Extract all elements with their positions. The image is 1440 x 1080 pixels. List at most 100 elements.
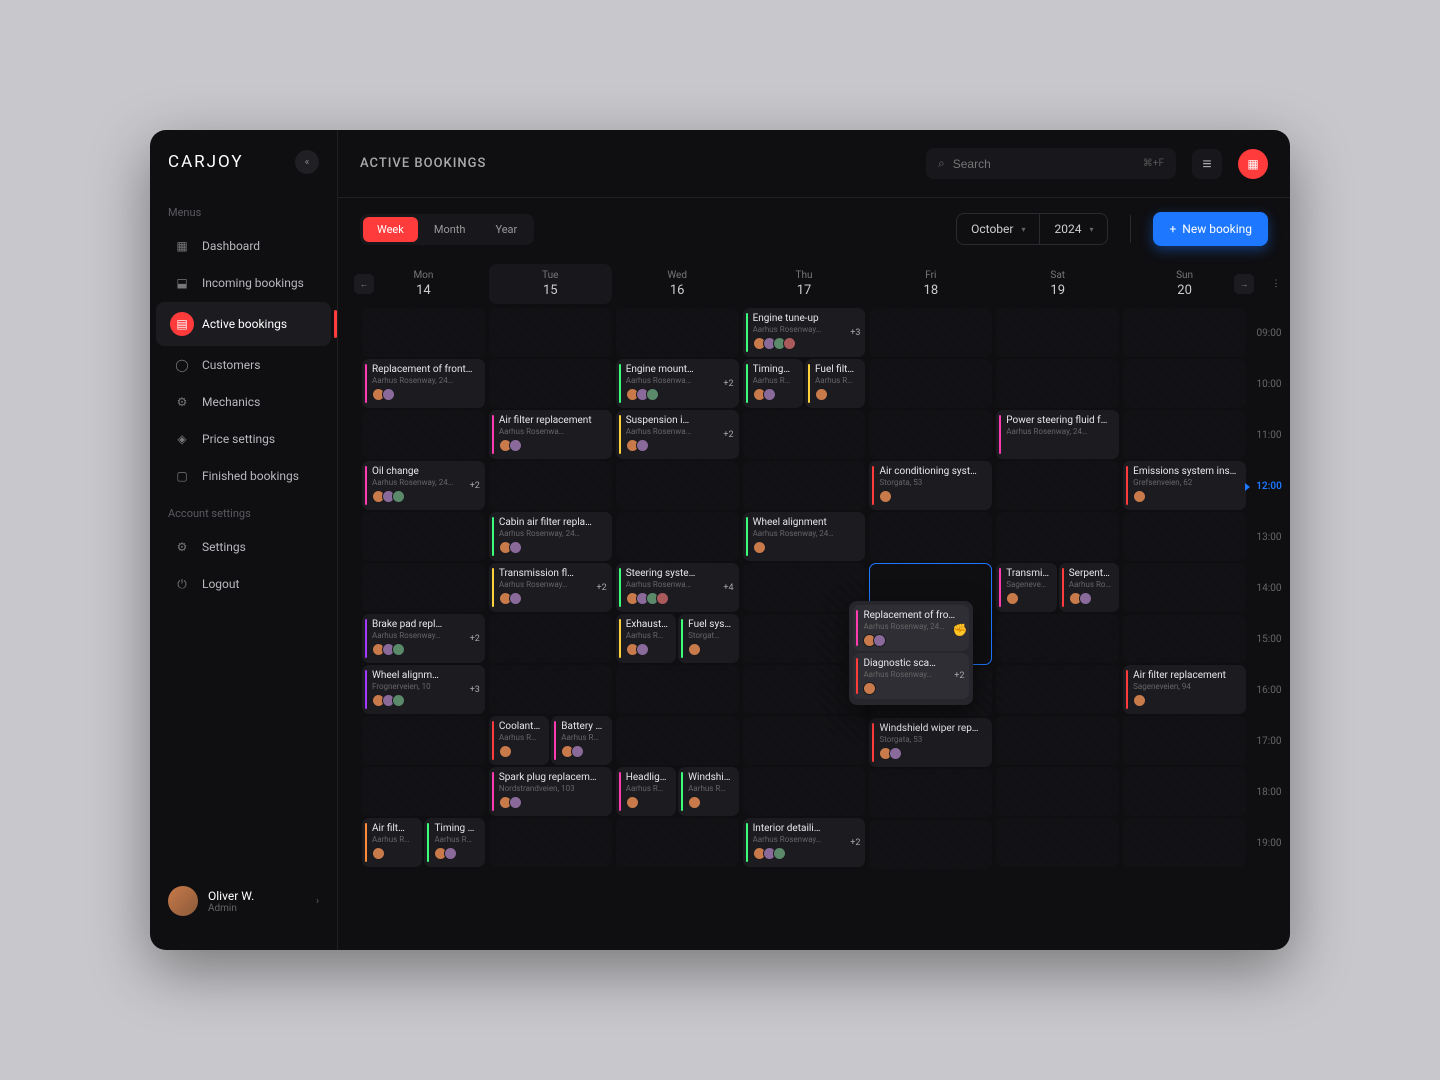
time-slot[interactable]: Timing… Aarhus R… Fuel filt… Aarhus R… [743,359,866,408]
time-slot[interactable] [1123,308,1246,357]
time-slot[interactable] [362,716,485,765]
month-select[interactable]: October ▾ [957,214,1039,244]
time-slot[interactable] [743,767,866,816]
time-slot[interactable]: Cabin air filter repla… Aarhus Rosenway,… [489,512,612,561]
view-tab-year[interactable]: Year [481,217,531,242]
booking-event[interactable]: Replacement of front… Aarhus Rosenway, 2… [362,359,485,408]
time-slot[interactable]: Replacement of front… Aarhus Rosenway, 2… [362,359,485,408]
user-profile-row[interactable]: Oliver W. Admin › [150,872,337,930]
collapse-sidebar-button[interactable]: « [295,150,319,174]
booking-event[interactable]: Power steering fluid f… Aarhus Rosenway,… [996,410,1119,459]
booking-event[interactable]: Air filt… Aarhus R… [362,818,422,867]
time-slot[interactable]: Engine mount… Aarhus Rosenwa… +2 [616,359,739,408]
booking-event[interactable]: Spark plug replacem… Nordstrandveien, 10… [489,767,612,816]
time-slot[interactable]: Oil change Aarhus Rosenway, 24… +2 [362,461,485,510]
time-slot[interactable] [489,461,612,510]
booking-event[interactable]: Timing… Aarhus R… [743,359,803,408]
sidebar-item-customers[interactable]: ◯Customers [156,347,331,383]
time-slot[interactable]: Brake pad repl… Aarhus Rosenway… +2 [362,614,485,663]
time-slot[interactable]: Air filter replacement Aarhus Rosenwa… [489,410,612,459]
time-slot[interactable] [362,308,485,357]
time-slot[interactable]: Air filt… Aarhus R… Timing b… Aarhus R… [362,818,485,867]
booking-event[interactable]: Air filter replacement Sageneveien, 94 [1123,665,1246,714]
booking-event[interactable]: Serpenti… Aarhus Ro… [1059,563,1119,612]
time-slot[interactable]: Air filter replacement Sageneveien, 94 [1123,665,1246,714]
time-slot[interactable] [1123,818,1246,867]
time-slot[interactable] [996,359,1119,408]
time-slot[interactable] [869,359,992,408]
search-input[interactable] [953,157,1135,171]
time-slot[interactable] [996,614,1119,663]
time-slot[interactable] [1123,563,1246,612]
booking-event[interactable]: Engine mount… Aarhus Rosenwa… +2 [616,359,739,408]
time-slot[interactable] [1123,614,1246,663]
prev-week-button[interactable]: ← [354,274,374,294]
time-slot[interactable]: Headlig… Aarhus R… Windshi… Aarhus R… [616,767,739,816]
time-slot[interactable] [1123,359,1246,408]
time-slot[interactable]: Exhaust… Aarhus R… Fuel sys… Storgat… [616,614,739,663]
time-slot[interactable]: Wheel alignm… Frognerveien, 10 +3 [362,665,485,714]
booking-event[interactable]: Diagnostic sca… Aarhus Rosenway… +2 [853,653,969,699]
time-slot[interactable]: Spark plug replacem… Nordstrandveien, 10… [489,767,612,816]
booking-event[interactable]: Exhaust… Aarhus R… [616,614,676,663]
booking-event[interactable]: Emissions system ins… Grefsenveien, 62 [1123,461,1246,510]
menu-button[interactable]: ≡ [1192,149,1222,179]
time-slot[interactable]: Wheel alignment Aarhus Rosenway, 24… [743,512,866,561]
time-slot[interactable] [362,563,485,612]
time-slot[interactable]: Power steering fluid f… Aarhus Rosenway,… [996,410,1119,459]
sidebar-item-dashboard[interactable]: ▦Dashboard [156,228,331,264]
time-slot[interactable] [996,308,1119,357]
booking-event[interactable]: Brake pad repl… Aarhus Rosenway… +2 [362,614,485,663]
time-slot[interactable]: Emissions system ins… Grefsenveien, 62 [1123,461,1246,510]
booking-event[interactable]: Windshi… Aarhus R… [678,767,738,816]
new-booking-button[interactable]: + New booking [1153,212,1268,246]
booking-event[interactable]: Fuel filt… Aarhus R… [805,359,865,408]
time-slot[interactable] [869,308,992,357]
booking-event[interactable]: Windshield wiper rep… Storgata, 53 [869,718,992,767]
booking-event[interactable]: Interior detaili… Aarhus Rosenway… +2 [743,818,866,867]
more-button[interactable]: ⋮ [1268,274,1284,294]
booking-event[interactable]: Wheel alignment Aarhus Rosenway, 24… [743,512,866,561]
booking-event[interactable]: Battery r… Aarhus R… [551,716,611,765]
time-slot[interactable] [996,512,1119,561]
time-slot[interactable] [489,359,612,408]
year-select[interactable]: 2024 ▾ [1039,214,1107,244]
sidebar-item-settings[interactable]: ⚙Settings [156,529,331,565]
view-tab-week[interactable]: Week [363,217,418,242]
time-slot[interactable] [996,767,1119,816]
search-box[interactable]: ⌕ ⌘+F [926,148,1176,179]
time-slot[interactable] [1123,716,1246,765]
time-slot[interactable] [743,461,866,510]
time-slot[interactable] [869,820,992,869]
booking-event[interactable]: Coolant… Aarhus R… [489,716,549,765]
sidebar-item-finished-bookings[interactable]: ▢Finished bookings [156,458,331,494]
time-slot[interactable] [489,818,612,867]
booking-event[interactable]: Timing b… Aarhus R… [424,818,484,867]
booking-event[interactable]: Steering syste… Aarhus Rosenwa… +4 [616,563,739,612]
sidebar-item-mechanics[interactable]: ⚙Mechanics [156,384,331,420]
sidebar-item-logout[interactable]: ⏻Logout [156,566,331,602]
booking-event[interactable]: Cabin air filter repla… Aarhus Rosenway,… [489,512,612,561]
booking-event[interactable]: Engine tune-up Aarhus Rosenway… +3 [743,308,866,357]
time-slot[interactable] [743,665,866,714]
time-slot[interactable] [489,614,612,663]
time-slot[interactable] [616,308,739,357]
booking-event[interactable]: Air filter replacement Aarhus Rosenwa… [489,410,612,459]
sidebar-item-active-bookings[interactable]: ▤Active bookings [156,302,331,346]
time-slot[interactable]: Steering syste… Aarhus Rosenwa… +4 [616,563,739,612]
time-slot[interactable]: Windshield wiper rep… Storgata, 53 [869,718,992,767]
time-slot[interactable]: Air conditioning syst… Storgata, 53 [869,461,992,510]
next-week-button[interactable]: → [1234,274,1254,294]
time-slot[interactable] [743,614,866,663]
time-slot[interactable] [743,410,866,459]
time-slot[interactable] [996,818,1119,867]
booking-event[interactable]: Suspension i… Aarhus Rosenwa… +2 [616,410,739,459]
booking-event[interactable]: Transmission fl… Aarhus Rosenway… +2 [489,563,612,612]
time-slot[interactable] [869,769,992,818]
calendar-button[interactable]: ▦ [1238,149,1268,179]
time-slot[interactable] [616,716,739,765]
time-slot[interactable] [362,512,485,561]
time-slot[interactable] [362,767,485,816]
time-slot[interactable]: Suspension i… Aarhus Rosenwa… +2 [616,410,739,459]
booking-event[interactable]: Fuel sys… Storgat… [678,614,738,663]
